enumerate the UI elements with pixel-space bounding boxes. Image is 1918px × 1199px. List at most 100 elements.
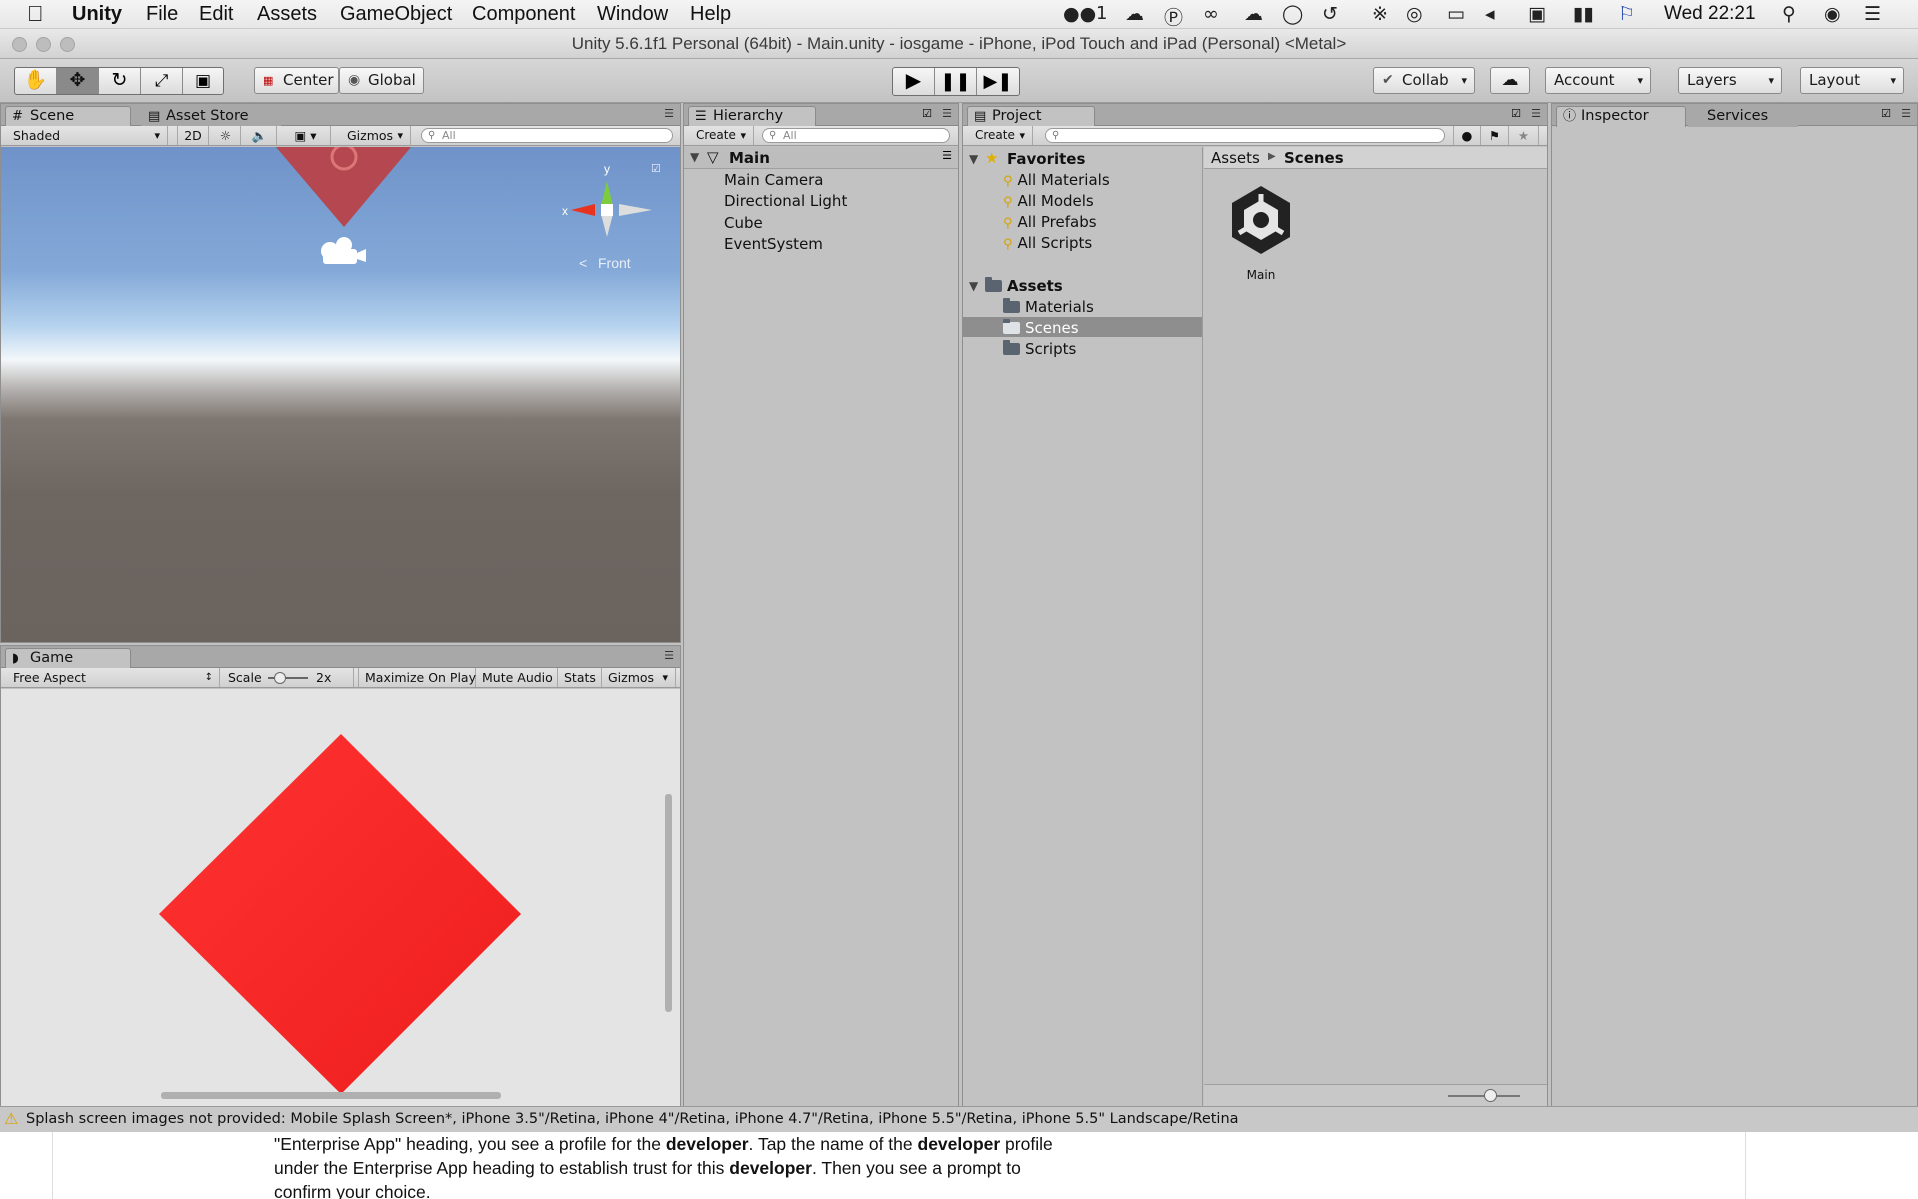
panel-menu-icon[interactable]: ☰	[1901, 107, 1911, 120]
folder-scenes[interactable]: Scenes	[1003, 319, 1079, 337]
lock-icon[interactable]: ☑	[1511, 107, 1521, 120]
aspect-dropdown[interactable]: Free Aspect ↕	[1, 668, 220, 687]
scene-search-input[interactable]: ⚲ All	[421, 128, 673, 143]
bluetooth-icon[interactable]: ※	[1372, 3, 1388, 25]
creative-cloud-icon[interactable]: ∞	[1203, 3, 1219, 25]
lock-icon[interactable]: ☑	[1881, 107, 1891, 120]
tab-scene[interactable]: # Scene	[5, 106, 131, 127]
airplay-icon[interactable]: ▭	[1447, 3, 1465, 25]
favorite-all-models[interactable]: ⚲ All Models	[1003, 192, 1094, 210]
wifi-icon[interactable]: ◎	[1406, 3, 1423, 25]
effects-image-icon[interactable]: ▣ ▾	[281, 126, 331, 145]
apple-icon[interactable]: 	[27, 1, 44, 27]
hierarchy-scene-row[interactable]: ▼ ▽ Main ☰	[684, 147, 958, 169]
view-orientation-label[interactable]: Front	[598, 255, 631, 271]
audio-toggle-icon[interactable]: 🔈	[243, 126, 277, 145]
hierarchy-item-eventsystem[interactable]: EventSystem	[724, 235, 823, 253]
mode-2d-toggle[interactable]: 2D	[177, 126, 209, 145]
expand-triangle-icon[interactable]: ▼	[690, 150, 699, 164]
cloud-services-button[interactable]: ☁	[1490, 67, 1530, 94]
rotate-tool-icon[interactable]: ↻	[99, 68, 141, 94]
assets-root[interactable]: Assets	[985, 277, 1063, 295]
project-search-input[interactable]: ⚲	[1045, 128, 1445, 143]
volume-icon[interactable]: ◂	[1485, 3, 1495, 25]
favorite-all-scripts[interactable]: ⚲ All Scripts	[1003, 234, 1092, 252]
play-icon[interactable]: ▶	[893, 68, 935, 95]
lock-icon[interactable]: ☑	[651, 162, 661, 175]
menu-assets[interactable]: Assets	[257, 3, 317, 26]
tab-game[interactable]: ◗ Game	[5, 648, 131, 669]
folder-scripts[interactable]: Scripts	[1003, 340, 1076, 358]
breadcrumb-scenes[interactable]: Scenes	[1284, 149, 1344, 167]
filter-by-label-icon[interactable]: ⚑	[1481, 126, 1509, 145]
folder-materials[interactable]: Materials	[1003, 298, 1094, 316]
scene-gizmos-dropdown[interactable]: Gizmos	[341, 126, 411, 145]
scene-viewport[interactable]: y x < Front ☑	[1, 147, 680, 642]
save-search-star-icon[interactable]: ★	[1509, 126, 1539, 145]
shading-mode-dropdown[interactable]: Shaded	[1, 126, 168, 145]
menu-edit[interactable]: Edit	[199, 3, 233, 26]
tab-asset-store[interactable]: ▤ Asset Store	[141, 106, 281, 127]
tab-services[interactable]: Services	[1688, 106, 1798, 127]
maximize-on-play-toggle[interactable]: Maximize On Play	[358, 668, 476, 687]
panel-menu-icon[interactable]: ☰	[664, 107, 674, 120]
move-tool-icon[interactable]: ✥	[57, 68, 99, 94]
hierarchy-search-input[interactable]: ⚲ All	[762, 128, 950, 143]
battery-icon[interactable]: ▮▮	[1573, 3, 1594, 25]
pivot-center-button[interactable]: ▦ Center	[254, 67, 339, 94]
panel-menu-icon[interactable]: ☰	[1531, 107, 1541, 120]
hierarchy-item-directional-light[interactable]: Directional Light	[724, 192, 847, 210]
menu-help[interactable]: Help	[690, 3, 731, 26]
lock-icon[interactable]: ☑	[922, 107, 932, 120]
horizontal-scrollbar[interactable]	[161, 1092, 501, 1099]
panel-menu-icon[interactable]: ☰	[942, 107, 952, 120]
tab-hierarchy[interactable]: ☰ Hierarchy	[688, 106, 816, 127]
time-machine-icon[interactable]: ↺	[1322, 3, 1338, 25]
favorite-all-prefabs[interactable]: ⚲ All Prefabs	[1003, 213, 1097, 231]
hand-tool-icon[interactable]: ✋	[15, 68, 57, 94]
menu-gameobject[interactable]: GameObject	[340, 3, 452, 26]
cloud-upload-icon[interactable]: ☁	[1125, 3, 1144, 25]
menu-component[interactable]: Component	[472, 3, 575, 26]
notification-center-icon[interactable]: ☰	[1864, 3, 1881, 25]
chat-bubbles-icon[interactable]: ◯	[1282, 3, 1303, 25]
wechat-icon[interactable]: ●●	[1063, 3, 1096, 25]
mute-audio-toggle[interactable]: Mute Audio	[476, 668, 558, 687]
scale-tool-icon[interactable]: ⤢	[141, 68, 183, 94]
pause-icon[interactable]: ❚❚	[935, 68, 977, 95]
filter-by-type-icon[interactable]: ●	[1453, 126, 1481, 145]
collab-dropdown[interactable]: ✔ Collab	[1373, 67, 1475, 94]
stats-toggle[interactable]: Stats	[558, 668, 602, 687]
rect-tool-icon[interactable]: ▣	[183, 68, 223, 94]
asset-tile-main[interactable]: Main	[1213, 182, 1293, 292]
favorites-label[interactable]: Favorites	[1007, 150, 1085, 168]
orientation-gizmo[interactable]	[571, 181, 652, 237]
parking-icon[interactable]: Ⓟ	[1164, 3, 1183, 30]
account-dropdown[interactable]: Account	[1545, 67, 1651, 94]
console-status-bar[interactable]: ⚠ Splash screen images not provided: Mob…	[0, 1106, 1918, 1132]
project-create-dropdown[interactable]: Create	[963, 126, 1033, 145]
tab-inspector[interactable]: ⓘ Inspector	[1556, 106, 1686, 127]
us-flag-icon[interactable]: ⚐	[1618, 3, 1635, 25]
menu-window[interactable]: Window	[597, 3, 668, 26]
scale-slider-handle[interactable]	[274, 672, 286, 684]
camera-icon[interactable]	[321, 237, 366, 264]
spotlight-search-icon[interactable]: ⚲	[1782, 3, 1796, 25]
assets-expand-icon[interactable]: ▼	[969, 279, 978, 293]
display-icon[interactable]: ▣	[1528, 3, 1546, 25]
layout-dropdown[interactable]: Layout	[1800, 67, 1904, 94]
menu-file[interactable]: File	[146, 3, 178, 26]
step-icon[interactable]: ▶❚	[977, 68, 1019, 95]
menubar-clock[interactable]: Wed 22:21	[1664, 3, 1756, 25]
cloud-sync-icon[interactable]: ☁	[1244, 3, 1263, 25]
space-global-button[interactable]: ◉ Global	[339, 67, 424, 94]
favorite-all-materials[interactable]: ⚲ All Materials	[1003, 171, 1110, 189]
hierarchy-item-cube[interactable]: Cube	[724, 214, 763, 232]
hierarchy-create-dropdown[interactable]: Create	[684, 126, 754, 145]
menu-app-name[interactable]: Unity	[72, 3, 122, 26]
scene-menu-icon[interactable]: ☰	[942, 149, 952, 162]
siri-icon[interactable]: ◉	[1824, 3, 1841, 25]
game-viewport[interactable]	[1, 689, 680, 1106]
vertical-scrollbar[interactable]	[665, 794, 672, 1012]
layers-dropdown[interactable]: Layers	[1678, 67, 1782, 94]
